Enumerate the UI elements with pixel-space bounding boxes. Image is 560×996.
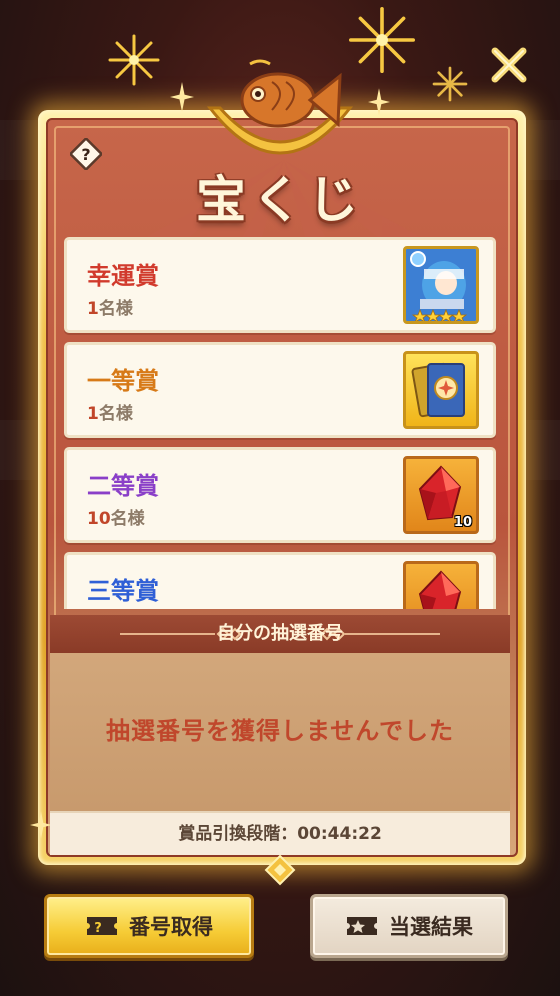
prize-count-unit: 名様 bbox=[98, 404, 133, 424]
prize-name: 一等賞 bbox=[87, 367, 159, 395]
prize-count: 10名様 bbox=[87, 504, 145, 529]
my-numbers-title: 自分の抽選番号 bbox=[217, 623, 343, 644]
redeem-phase-bar: 賞品引換段階：00:44:22 bbox=[50, 811, 510, 855]
redeem-phase-text: 賞品引換段階：00:44:22 bbox=[50, 813, 510, 855]
firework-icon bbox=[108, 34, 160, 86]
prize-count: 1名様 bbox=[87, 294, 133, 319]
reward-quantity: 10 bbox=[453, 515, 472, 530]
no-number-message: 抽選番号を獲得しませんでした bbox=[105, 717, 455, 745]
red-crystal-reward-icon[interactable] bbox=[403, 561, 479, 609]
ticket-star-icon bbox=[347, 917, 377, 935]
firework-icon bbox=[432, 66, 468, 102]
question-mark-icon[interactable]: ? bbox=[70, 138, 102, 170]
close-x-icon[interactable] bbox=[486, 42, 532, 88]
ticket-icon: ? bbox=[87, 917, 117, 936]
red-crystal-reward-icon[interactable]: 10 bbox=[403, 456, 479, 534]
prize-list[interactable]: 幸運賞 1名様 一等賞 1名様 二等賞 10名様 10 三等賞 bbox=[64, 237, 496, 609]
bottom-ornament-icon bbox=[264, 854, 296, 886]
redeem-phase-label: 賞品引換段階： bbox=[178, 824, 298, 844]
page-title: 宝くじ bbox=[196, 171, 364, 229]
prize-count-number: 1 bbox=[87, 299, 99, 319]
card-pack-icon bbox=[411, 362, 465, 418]
prize-row-second: 二等賞 10名様 10 bbox=[64, 447, 496, 543]
item-card-reward-icon[interactable] bbox=[403, 351, 479, 429]
countdown-timer: 00:44:22 bbox=[297, 824, 382, 844]
get-number-button[interactable]: ? 番号取得 bbox=[44, 894, 254, 958]
svg-text:?: ? bbox=[94, 921, 102, 936]
sparkle-icon bbox=[368, 88, 390, 116]
prize-row-third: 三等賞 bbox=[64, 552, 496, 609]
svg-text:?: ? bbox=[81, 145, 90, 164]
taiyaki-fish-emblem bbox=[206, 59, 354, 155]
sparkle-icon bbox=[30, 811, 52, 839]
prize-row-first: 一等賞 1名様 bbox=[64, 342, 496, 438]
prize-name: 二等賞 bbox=[87, 472, 159, 500]
red-crystal-icon bbox=[418, 570, 462, 609]
prize-count-unit: 名様 bbox=[110, 509, 145, 529]
prize-count: 1名様 bbox=[87, 399, 133, 424]
hero-portrait-icon bbox=[406, 249, 476, 321]
my-numbers-header: 自分の抽選番号 bbox=[50, 615, 510, 653]
prize-name: 三等賞 bbox=[87, 577, 159, 605]
results-label: 当選結果 bbox=[389, 915, 473, 939]
prize-count-number: 1 bbox=[87, 404, 99, 424]
prize-row-lucky: 幸運賞 1名様 bbox=[64, 237, 496, 333]
prize-count-unit: 名様 bbox=[98, 299, 133, 319]
prize-name: 幸運賞 bbox=[87, 262, 159, 290]
sparkle-icon bbox=[170, 82, 194, 112]
prize-count-number: 10 bbox=[87, 509, 111, 529]
hero-card-reward-icon[interactable] bbox=[403, 246, 479, 324]
results-button[interactable]: 当選結果 bbox=[310, 894, 508, 958]
get-number-label: 番号取得 bbox=[129, 915, 213, 939]
my-numbers-body: 抽選番号を獲得しませんでした bbox=[50, 653, 510, 811]
